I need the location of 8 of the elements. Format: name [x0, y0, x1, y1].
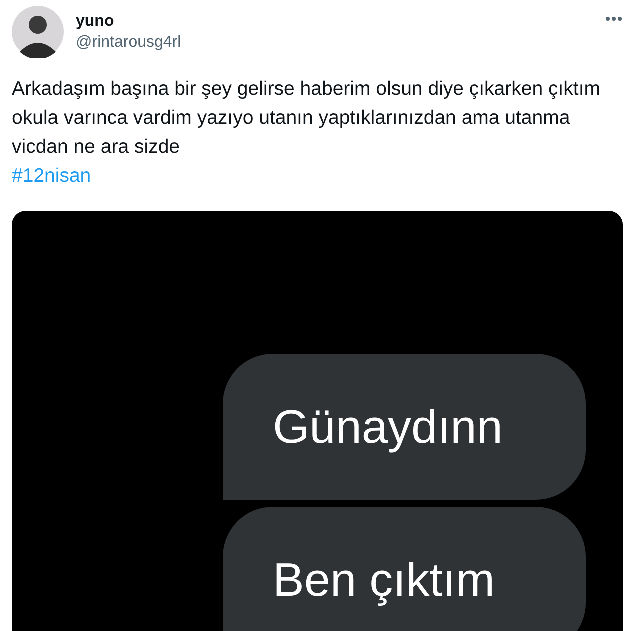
message-bubble: Ben çıktım: [223, 507, 586, 631]
message-bubble: Günaydınn: [223, 354, 586, 500]
avatar[interactable]: [12, 6, 64, 58]
more-icon[interactable]: [605, 16, 623, 22]
display-name[interactable]: yuno: [76, 12, 182, 32]
media-screenshot[interactable]: Günaydınn Ben çıktım: [12, 211, 623, 631]
tweet-text: Arkadaşım başına bir şey gelirse haberim olsun diye çıkarken çıktım okula varınca vardim yazıyo utanın yaptıklarınızdan ama utanma vicdan ne ara sizde #12nisan: [11, 77, 602, 189]
username[interactable]: @rintarousg4rl: [76, 32, 182, 54]
